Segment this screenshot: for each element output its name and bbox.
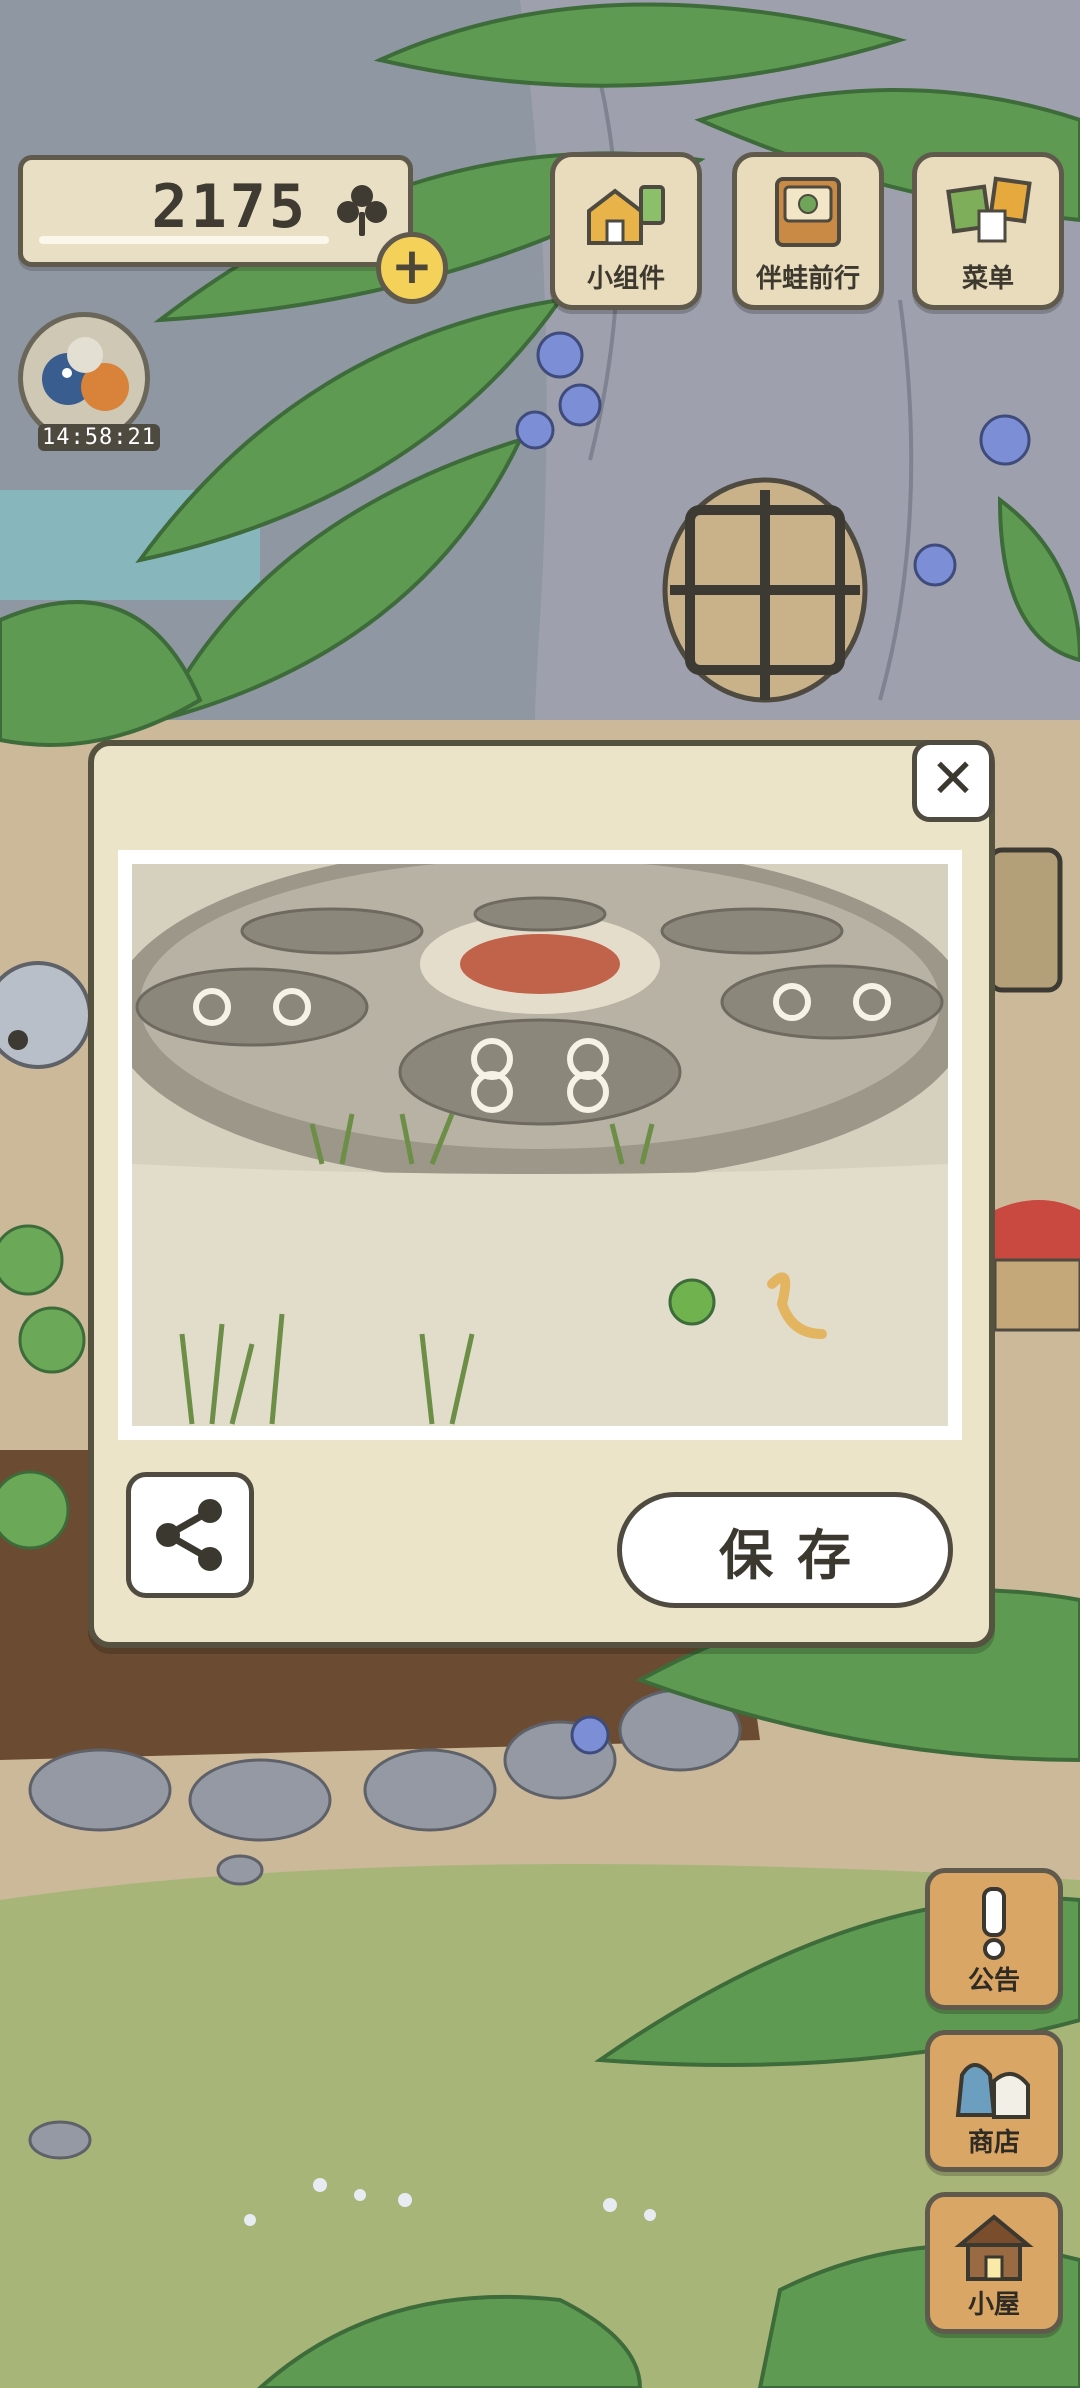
timer-text: 14:58:21 bbox=[38, 424, 160, 451]
travel-photo bbox=[132, 864, 948, 1426]
save-label: 保存 bbox=[719, 1523, 875, 1587]
photo-frame bbox=[118, 850, 962, 1440]
announcement-label: 公告 bbox=[967, 1966, 1020, 1996]
share-icon bbox=[156, 1499, 222, 1571]
shop-button[interactable]: 商店 bbox=[925, 2030, 1063, 2172]
exclamation-icon bbox=[982, 1887, 1006, 1960]
shop-label: 商店 bbox=[967, 2128, 1020, 2158]
clover-bar bbox=[39, 236, 329, 244]
frog-journey-button[interactable]: 伴蛙前行 bbox=[732, 152, 884, 310]
frog-journey-label: 伴蛙前行 bbox=[755, 264, 860, 294]
share-button[interactable] bbox=[126, 1472, 254, 1598]
menu-button[interactable]: 菜单 bbox=[912, 152, 1064, 310]
menu-cards-icon bbox=[946, 176, 1032, 243]
save-button[interactable]: 保存 bbox=[617, 1492, 953, 1608]
widget-icon bbox=[587, 185, 665, 245]
clover-icon bbox=[337, 185, 387, 236]
clover-count: 2175 bbox=[151, 172, 308, 242]
frog-book-icon bbox=[775, 177, 841, 247]
plus-icon: + bbox=[391, 237, 433, 295]
add-clover-button[interactable]: + bbox=[376, 232, 448, 304]
close-icon: ✕ bbox=[930, 747, 976, 810]
house-label: 小屋 bbox=[967, 2290, 1020, 2320]
shop-bags-icon bbox=[955, 2063, 1030, 2119]
announcement-button[interactable]: 公告 bbox=[925, 1868, 1063, 2010]
house-button[interactable]: 小屋 bbox=[925, 2192, 1063, 2334]
widget-button[interactable]: 小组件 bbox=[550, 152, 702, 310]
clover-counter: 2175 bbox=[18, 155, 413, 267]
menu-label: 菜单 bbox=[961, 264, 1014, 294]
house-icon bbox=[954, 2214, 1034, 2281]
close-button[interactable]: ✕ bbox=[912, 740, 994, 822]
visitor-icons bbox=[42, 337, 129, 411]
widget-label: 小组件 bbox=[586, 264, 665, 294]
